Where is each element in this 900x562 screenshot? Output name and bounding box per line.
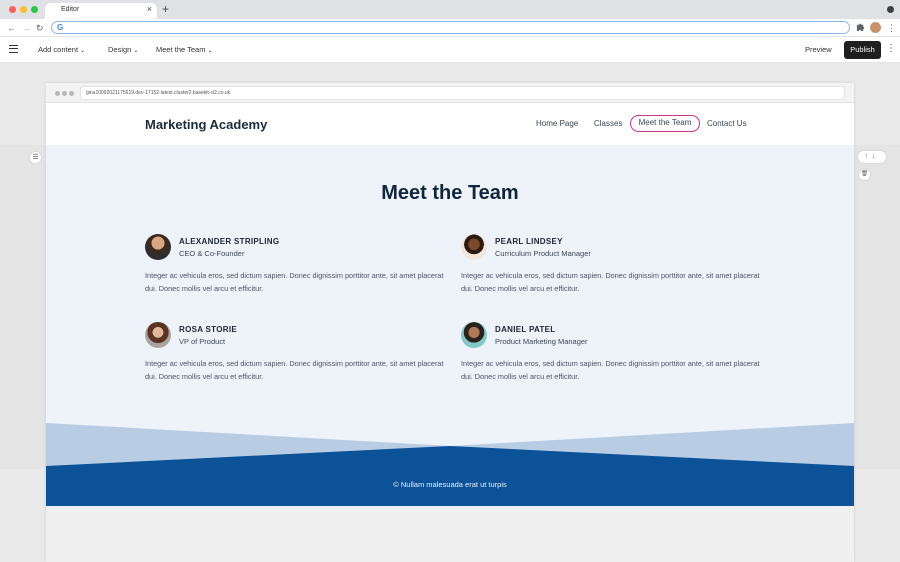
member-bio: Integer ac vehicula eros, sed dictum sap… — [145, 271, 444, 293]
browser-menu-icon[interactable]: ⋮ — [887, 22, 896, 34]
footer-copyright: © Nullam malesuada erat ut turpis — [393, 480, 507, 489]
member-bio: Integer ac vehicula eros, sed dictum sap… — [145, 359, 444, 381]
hamburger-menu-icon[interactable] — [9, 45, 18, 53]
design-menu[interactable]: Design ⌄ — [108, 45, 138, 56]
avatar — [461, 234, 487, 260]
section-divider-waves — [46, 423, 854, 466]
nav-link-meet-the-team[interactable]: Meet the Team — [630, 115, 700, 132]
forward-arrow-icon[interactable]: → — [22, 22, 31, 34]
avatar — [145, 322, 171, 348]
minimize-window-button[interactable] — [20, 6, 27, 13]
profile-avatar[interactable] — [870, 22, 881, 33]
url-input[interactable]: G — [51, 21, 850, 34]
tab-title: Editor — [61, 6, 80, 13]
back-arrow-icon[interactable]: ← — [7, 22, 16, 34]
site-preview-frame: gina10092021175619.dev-17152-latest.clus… — [46, 83, 854, 562]
site-footer: © Nullam malesuada erat ut turpis — [46, 466, 854, 506]
chevron-down-icon: ⌄ — [80, 48, 86, 54]
add-content-menu[interactable]: Add content ⌄ — [38, 45, 85, 56]
nav-link-classes[interactable]: Classes — [594, 119, 622, 129]
nav-link-contact[interactable]: Contact Us — [707, 119, 747, 129]
member-name: ALEXANDER STRIPLING — [179, 237, 280, 246]
publish-button[interactable]: Publish — [844, 41, 881, 59]
more-options-icon[interactable]: ⋮ — [886, 43, 896, 55]
move-section-controls[interactable]: ↑↓ — [857, 150, 887, 164]
browser-profile-dot-icon[interactable] — [887, 6, 894, 13]
member-bio: Integer ac vehicula eros, sed dictum sap… — [461, 271, 760, 293]
avatar — [461, 322, 487, 348]
member-name: PEARL LINDSEY — [495, 237, 563, 246]
puzzle-icon[interactable] — [856, 22, 865, 34]
chevron-down-icon: ⌄ — [133, 48, 139, 54]
new-tab-button[interactable]: + — [162, 2, 169, 16]
page-select-menu[interactable]: Meet the Team ⌄ — [156, 45, 213, 56]
site-header: Marketing Academy Home Page Classes Meet… — [46, 103, 854, 145]
browser-address-bar: ← → ↻ G ⋮ — [0, 19, 900, 37]
member-role: CEO & Co-Founder — [179, 249, 245, 258]
tab-close-icon[interactable]: × — [147, 4, 152, 14]
preview-browser-bar: gina10092021175619.dev-17152-latest.clus… — [46, 83, 854, 103]
chevron-down-icon: ⌄ — [207, 48, 213, 54]
member-role: Product Marketing Manager — [495, 337, 588, 346]
google-icon: G — [57, 23, 64, 32]
preview-dot-icon — [69, 91, 74, 96]
preview-button[interactable]: Preview — [805, 45, 832, 55]
preview-url: gina10092021175619.dev-17152-latest.clus… — [80, 86, 845, 100]
editor-toolbar: Add content ⌄ Design ⌄ Meet the Team ⌄ Prev… — [0, 37, 900, 63]
avatar — [145, 234, 171, 260]
member-role: Curriculum Product Manager — [495, 249, 591, 258]
nav-link-home[interactable]: Home Page — [536, 119, 578, 129]
team-section[interactable]: Meet the Team ALEXANDER STRIPLING CEO & … — [46, 145, 854, 423]
browser-tab[interactable]: Editor × — [45, 3, 157, 19]
member-role: VP of Product — [179, 337, 226, 346]
preview-dot-icon — [55, 91, 60, 96]
member-bio: Integer ac vehicula eros, sed dictum sap… — [461, 359, 760, 381]
browser-tab-bar: Editor × + — [0, 0, 900, 19]
member-name: DANIEL PATEL — [495, 325, 556, 334]
section-title: Meet the Team — [381, 182, 519, 204]
delete-section-icon[interactable]: 🗑 — [858, 168, 871, 181]
reload-icon[interactable]: ↻ — [36, 22, 44, 34]
site-brand[interactable]: Marketing Academy — [145, 117, 267, 133]
preview-dot-icon — [62, 91, 67, 96]
maximize-window-button[interactable] — [31, 6, 38, 13]
close-window-button[interactable] — [9, 6, 16, 13]
member-name: ROSA STORIE — [179, 325, 237, 334]
section-settings-icon[interactable]: ☰ — [29, 151, 42, 164]
